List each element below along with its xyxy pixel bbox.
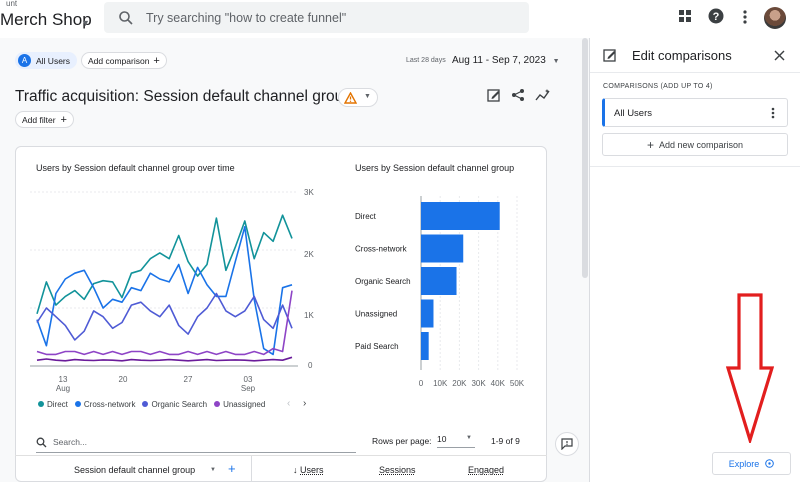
chart-legend: Direct Cross-network Organic Search Unas…	[38, 400, 265, 409]
close-icon[interactable]	[774, 50, 785, 61]
bar-category-label: Unassigned	[355, 310, 397, 319]
panel-section-divider	[590, 166, 800, 167]
chevron-down-icon: ▼	[466, 435, 472, 441]
add-dimension-plus-icon[interactable]: +	[228, 461, 236, 476]
more-vert-icon[interactable]	[742, 9, 748, 25]
rows-per-page-label: Rows per page:	[372, 436, 432, 446]
table-search-input[interactable]: Search...	[53, 437, 87, 447]
bar-cross-network	[421, 234, 464, 263]
edit-comparisons-icon	[603, 49, 616, 62]
chevron-down-icon[interactable]: ▼	[210, 467, 216, 473]
search-underline	[36, 452, 356, 453]
pagination-label: 1-9 of 9	[491, 436, 520, 446]
add-new-comparison-button[interactable]: + Add new comparison	[602, 133, 788, 156]
bar-paid-search	[421, 332, 429, 360]
help-outline-icon	[765, 459, 775, 468]
x-tick-label: 30K	[471, 379, 486, 388]
x-tick-label: 20K	[452, 379, 467, 388]
bar-chart: 0 10K 20K 30K 40K 50K Direct Cross-network Organ…	[355, 196, 525, 388]
panel-title: Edit comparisons	[632, 48, 732, 63]
apps-grid-icon[interactable]	[678, 9, 692, 23]
legend-item[interactable]: Cross-network	[74, 400, 135, 409]
comparison-item-label: All Users	[614, 108, 653, 119]
more-vert-icon[interactable]	[771, 107, 775, 119]
x-tick-label: 0	[419, 379, 424, 388]
x-tick-label: 40K	[491, 379, 506, 388]
comparisons-section-label: COMPARISONS (ADD UP TO 4)	[603, 83, 713, 90]
column-divider	[251, 456, 252, 482]
search-icon	[36, 437, 47, 448]
bar-unassigned	[421, 299, 434, 328]
sort-arrow-icon: ↓	[293, 465, 298, 475]
bar-category-label: Direct	[355, 212, 377, 221]
svg-text:?: ?	[713, 11, 720, 23]
comparison-item-all-users[interactable]: All Users	[602, 98, 788, 127]
help-icon[interactable]: ?	[708, 8, 724, 24]
bar-category-label: Organic Search	[355, 277, 411, 286]
feedback-icon	[561, 438, 573, 450]
bar-category-label: Cross-network	[355, 245, 408, 254]
x-tick-label: 50K	[510, 379, 525, 388]
avatar[interactable]	[764, 7, 786, 29]
plus-icon: +	[646, 137, 654, 152]
bar-category-label: Paid Search	[355, 342, 399, 351]
legend-item[interactable]: Organic Search	[142, 400, 207, 409]
table-divider	[15, 455, 547, 456]
scrollbar[interactable]	[582, 38, 588, 278]
feedback-button[interactable]	[555, 432, 579, 456]
x-tick-label: 10K	[433, 379, 448, 388]
legend-item[interactable]: Direct	[38, 400, 68, 409]
bar-organic-search	[421, 267, 457, 295]
explore-button[interactable]: Explore	[712, 452, 791, 475]
column-header-engaged[interactable]: Engaged	[468, 465, 504, 475]
chevron-down-icon: ▼	[552, 58, 560, 65]
column-header-channel-group[interactable]: Session default channel group	[74, 465, 195, 475]
panel-divider	[589, 38, 590, 482]
panel-header-divider	[590, 72, 800, 73]
bar-direct	[421, 202, 500, 230]
annotation-arrow-icon	[726, 293, 774, 443]
column-header-sessions[interactable]: Sessions	[379, 465, 416, 475]
legend-item[interactable]: Unassigned	[214, 400, 265, 409]
column-header-users[interactable]: ↓ Users	[293, 465, 324, 475]
rows-per-page-select[interactable]: 10 ▼	[437, 434, 475, 448]
